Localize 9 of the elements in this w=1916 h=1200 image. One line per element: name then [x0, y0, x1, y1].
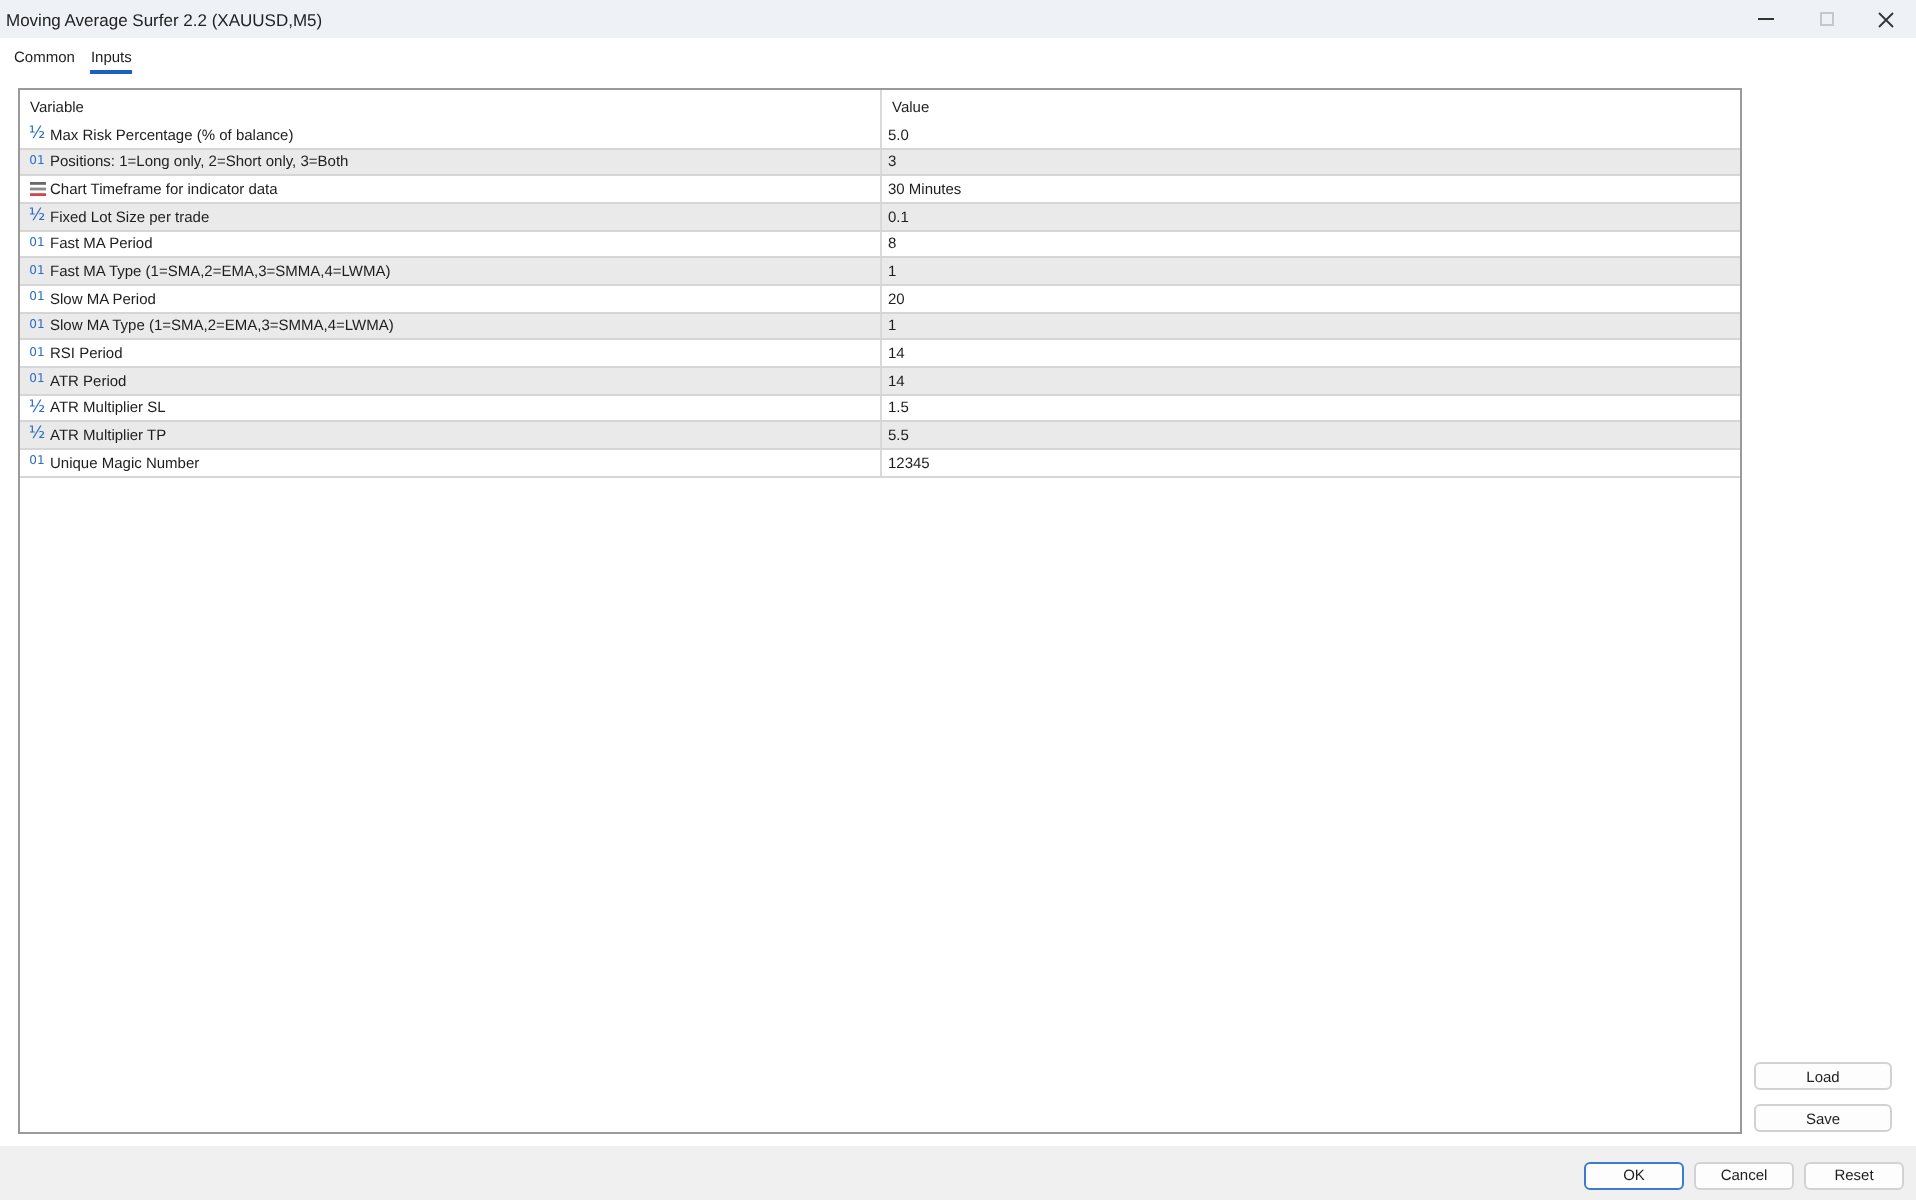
- fraction-icon: ½: [28, 126, 46, 144]
- window-title: Moving Average Surfer 2.2 (XAUUSD,M5): [6, 9, 325, 29]
- close-icon: [1878, 11, 1894, 27]
- maximize-icon: [1819, 12, 1833, 26]
- fraction-icon: ½: [28, 208, 46, 226]
- list-icon: [29, 182, 45, 197]
- minimize-icon: [1758, 18, 1774, 20]
- fraction-icon: ½: [28, 426, 46, 444]
- fraction-icon: ½: [28, 399, 46, 417]
